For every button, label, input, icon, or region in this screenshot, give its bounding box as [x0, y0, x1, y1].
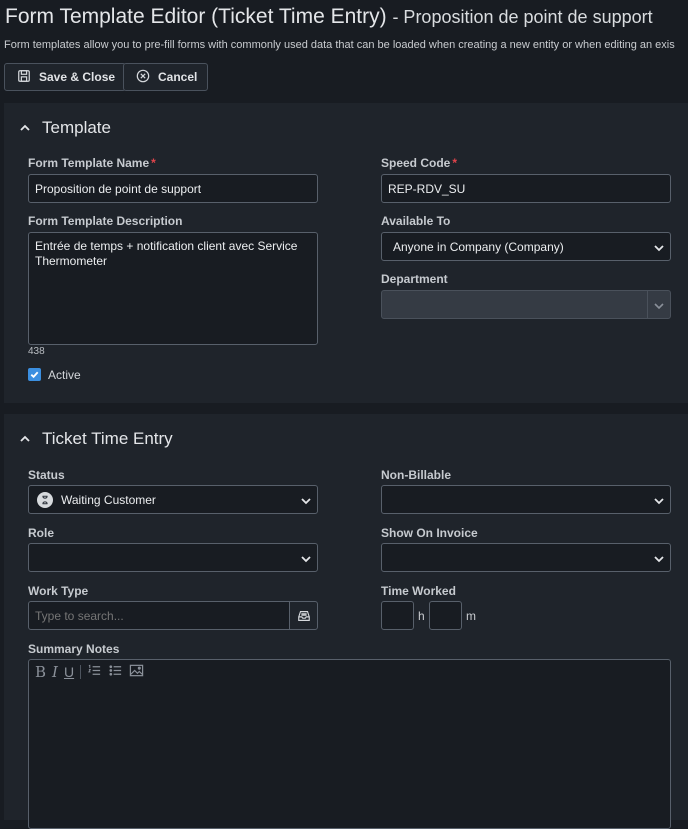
italic-icon[interactable]: I [52, 663, 58, 681]
rich-text-toolbar: B I U [35, 663, 144, 681]
status-value: Waiting Customer [61, 492, 156, 507]
numbered-list-icon[interactable] [87, 663, 102, 681]
non-billable-select[interactable] [381, 485, 671, 514]
role-label: Role [28, 526, 55, 540]
hours-unit: h [418, 609, 425, 623]
bold-icon[interactable]: B [35, 663, 46, 681]
ticket-section-header[interactable]: Ticket Time Entry [18, 429, 173, 449]
available-to-select[interactable]: Anyone in Company (Company) [381, 232, 671, 261]
summary-notes-editor[interactable]: B I U [28, 659, 671, 829]
form-template-description-textarea[interactable]: Entrée de temps + notification client av… [28, 232, 318, 345]
chevron-down-icon [301, 556, 311, 563]
speed-code-input[interactable]: REP-RDV_SU [381, 174, 671, 203]
work-type-search-input[interactable] [28, 601, 290, 630]
character-count: 438 [28, 346, 45, 357]
toolbar-divider [80, 665, 82, 679]
show-on-invoice-label: Show On Invoice [381, 526, 478, 540]
chevron-down-icon [654, 303, 664, 310]
required-marker: * [452, 156, 458, 170]
time-worked-label: Time Worked [381, 584, 456, 598]
available-to-value: Anyone in Company (Company) [393, 239, 564, 254]
select-divider [647, 291, 648, 318]
chevron-down-icon [654, 556, 664, 563]
underline-icon[interactable]: U [64, 664, 74, 680]
summary-notes-label: Summary Notes [28, 642, 120, 656]
form-template-name-input[interactable]: Proposition de point de support [28, 174, 318, 203]
active-label: Active [48, 368, 81, 382]
chevron-down-icon [301, 498, 311, 505]
chevron-up-icon [20, 435, 30, 442]
hourglass-icon [37, 491, 53, 508]
page-title: Form Template Editor (Ticket Time Entry)… [5, 5, 653, 29]
speed-code-label-text: Speed Code [381, 156, 451, 170]
role-select[interactable] [28, 543, 318, 572]
save-close-label: Save & Close [39, 70, 116, 84]
page-title-main: Form Template Editor (Ticket Time Entry) [5, 5, 387, 28]
template-section-title: Template [42, 118, 111, 137]
speed-code-value: REP-RDV_SU [388, 181, 466, 196]
chevron-down-icon [654, 498, 664, 505]
form-template-description-label: Form Template Description [28, 214, 183, 228]
bullet-list-icon[interactable] [108, 663, 123, 681]
form-template-name-value: Proposition de point de support [35, 181, 202, 196]
available-to-label: Available To [381, 214, 451, 228]
department-label: Department [381, 272, 448, 286]
work-type-lookup-button[interactable] [289, 601, 318, 630]
cancel-button[interactable]: Cancel [123, 63, 209, 91]
hours-input[interactable] [381, 601, 414, 630]
ticket-section-title: Ticket Time Entry [42, 429, 173, 448]
page-description: Form templates allow you to pre-fill for… [4, 39, 675, 51]
save-close-button[interactable]: Save & Close [4, 63, 127, 91]
page-title-subtitle: - Proposition de point de support [392, 7, 653, 27]
show-on-invoice-select[interactable] [381, 543, 671, 572]
minutes-input[interactable] [429, 601, 462, 630]
circle-x-icon [136, 69, 150, 86]
status-label: Status [28, 468, 65, 482]
form-template-description-value: Entrée de temps + notification client av… [35, 239, 298, 268]
chevron-up-icon [20, 124, 30, 131]
tray-icon [297, 610, 310, 621]
status-select[interactable]: Waiting Customer [28, 485, 318, 514]
non-billable-label: Non-Billable [381, 468, 452, 482]
image-icon[interactable] [129, 663, 144, 681]
chevron-down-icon [654, 245, 664, 252]
cancel-label: Cancel [158, 70, 198, 84]
form-template-name-label-text: Form Template Name [28, 156, 150, 170]
work-type-label: Work Type [28, 584, 89, 598]
floppy-disk-icon [17, 69, 31, 86]
department-select[interactable] [381, 290, 671, 319]
speed-code-label: Speed Code * [381, 156, 457, 170]
form-template-name-label: Form Template Name * [28, 156, 156, 170]
active-checkbox[interactable] [28, 368, 41, 381]
checkmark-icon [30, 371, 39, 379]
required-marker: * [151, 156, 156, 170]
minutes-unit: m [466, 609, 476, 623]
template-section-header[interactable]: Template [18, 118, 111, 138]
